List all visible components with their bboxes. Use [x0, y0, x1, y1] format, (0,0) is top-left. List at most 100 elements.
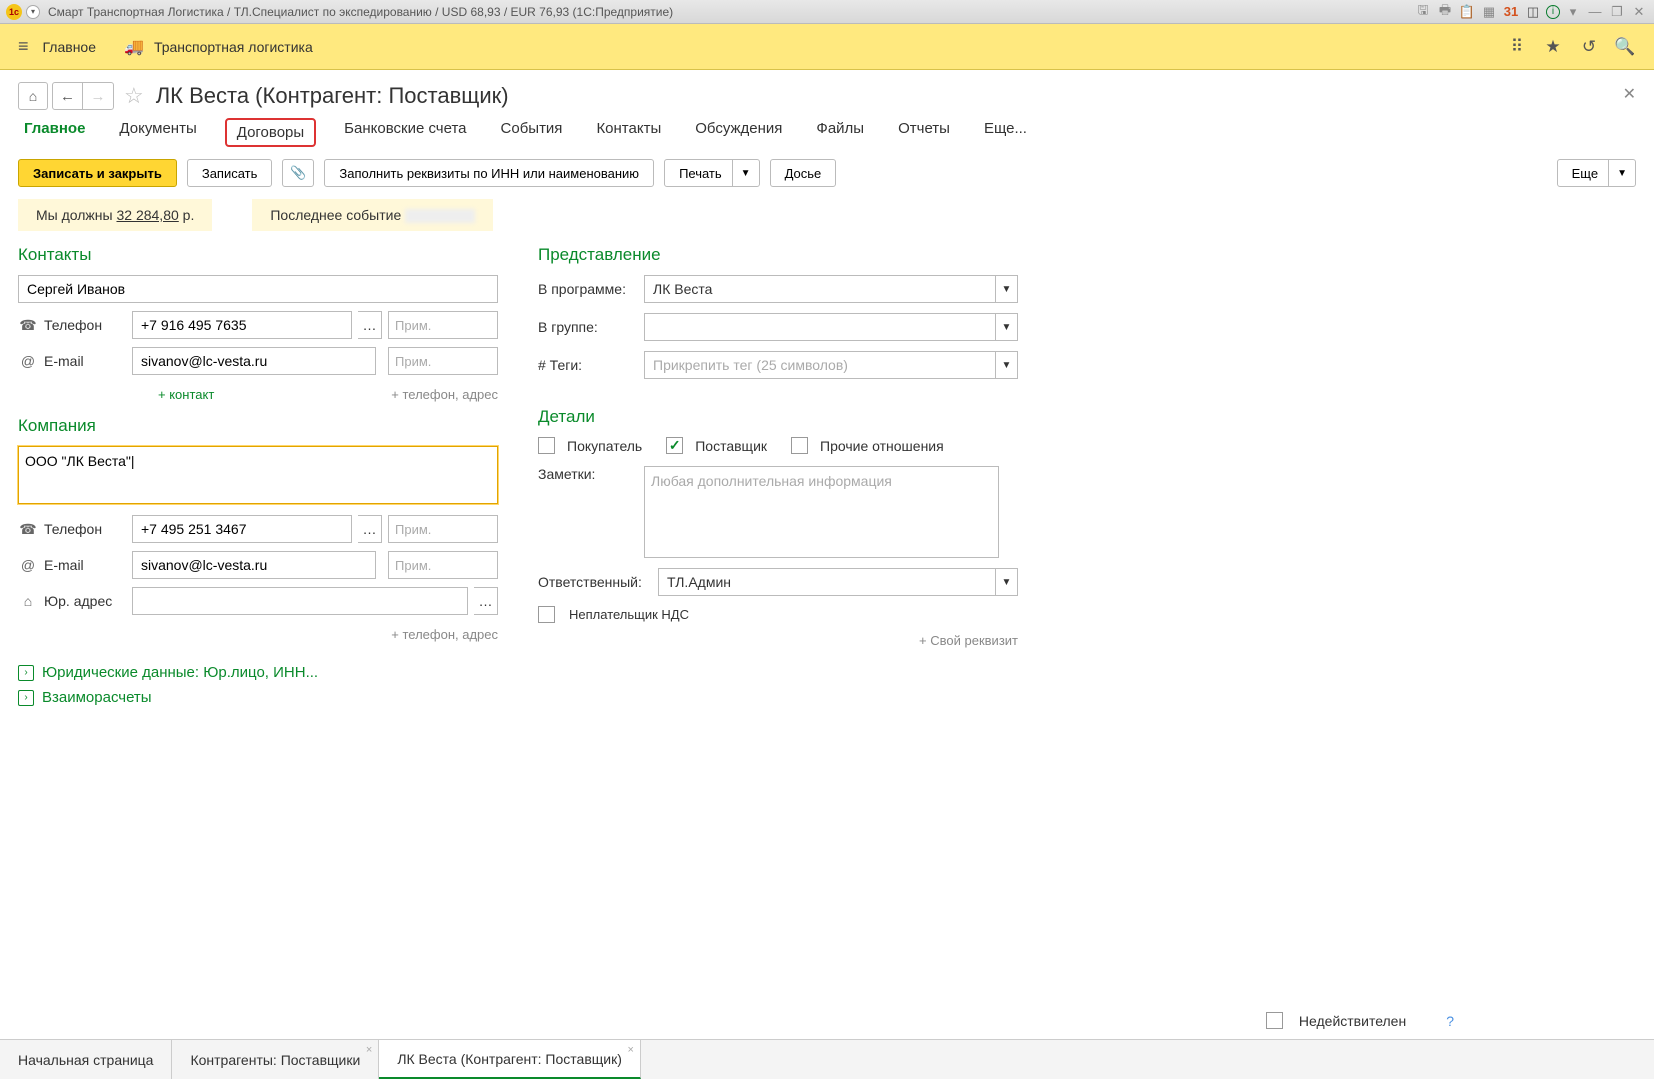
company-address-picker[interactable]: … — [474, 587, 498, 615]
tab-events[interactable]: События — [495, 118, 569, 147]
vat-checkbox[interactable] — [538, 606, 555, 623]
bookmark-star-icon[interactable]: ☆ — [124, 83, 144, 109]
print-button[interactable]: Печать▼ — [664, 159, 760, 187]
contact-email-input[interactable] — [132, 347, 376, 375]
debt-info: Мы должны 32 284,80 р. — [18, 199, 212, 231]
window-titlebar: 1c ▾ Смарт Транспортная Логистика / ТЛ.С… — [0, 0, 1654, 24]
company-phone-input[interactable] — [132, 515, 352, 543]
back-button[interactable]: ← — [53, 83, 83, 109]
responsible-select[interactable]: ТЛ.Админ ▼ — [658, 568, 1018, 596]
chevron-down-icon[interactable]: ▼ — [995, 569, 1017, 595]
company-phone-picker[interactable]: … — [358, 515, 382, 543]
tab-main[interactable]: Главное — [18, 118, 91, 147]
add-contact-link[interactable]: + контакт — [158, 387, 214, 402]
chevron-right-icon: › — [18, 665, 34, 681]
tags-select[interactable]: Прикрепить тег (25 символов) ▼ — [644, 351, 1018, 379]
close-tab-icon[interactable]: × — [627, 1044, 633, 1056]
tab-reports[interactable]: Отчеты — [892, 118, 956, 147]
content-area: ✕ ⌂ ← → ☆ ЛК Веста (Контрагент: Поставщи… — [0, 70, 1654, 1039]
more-actions-button[interactable]: Еще▼ — [1557, 159, 1636, 187]
attach-button[interactable]: 📎 — [282, 159, 314, 187]
inactive-checkbox[interactable] — [1266, 1012, 1283, 1029]
tab-more[interactable]: Еще... — [978, 118, 1033, 147]
company-email-note[interactable] — [388, 551, 498, 579]
save-close-button[interactable]: Записать и закрыть — [18, 159, 177, 187]
prog-select[interactable]: ЛК Веста ▼ — [644, 275, 1018, 303]
print-icon[interactable]: 🖶 — [1436, 3, 1454, 21]
company-name-input[interactable] — [18, 446, 498, 504]
dossier-button[interactable]: Досье — [770, 159, 837, 187]
btab-start[interactable]: Начальная страница — [0, 1040, 172, 1079]
contacts-header: Контакты — [18, 245, 498, 265]
calendar-icon[interactable]: 31 — [1502, 3, 1520, 21]
last-event-info: Последнее событие — [252, 199, 493, 231]
group-select[interactable]: ▼ — [644, 313, 1018, 341]
notes-textarea[interactable] — [644, 466, 999, 558]
copy-icon[interactable]: 📋 — [1458, 3, 1476, 21]
history-icon[interactable]: ↺ — [1578, 36, 1600, 58]
mutual-settlements-expander[interactable]: › Взаиморасчеты — [18, 689, 498, 706]
favorite-star-icon[interactable]: ★ — [1542, 36, 1564, 58]
nav-logistics[interactable]: Транспортная логистика — [154, 39, 313, 55]
tab-contacts[interactable]: Контакты — [590, 118, 667, 147]
company-email-label: E-mail — [44, 557, 126, 573]
window-title: Смарт Транспортная Логистика / ТЛ.Специа… — [48, 5, 673, 19]
inactive-label: Недействителен — [1299, 1013, 1406, 1029]
page-title: ЛК Веста (Контрагент: Поставщик) — [156, 83, 509, 109]
close-tab-icon[interactable]: × — [366, 1044, 372, 1056]
app-menu-dropdown[interactable]: ▾ — [26, 5, 40, 19]
contact-phone-picker[interactable]: … — [358, 311, 382, 339]
contact-phone-input[interactable] — [132, 311, 352, 339]
more-dropdown-icon[interactable]: ▼ — [1608, 160, 1635, 186]
nav-arrows: ← → — [52, 82, 114, 110]
chevron-down-icon[interactable]: ▼ — [995, 352, 1017, 378]
contact-email-note[interactable] — [388, 347, 498, 375]
close-window-icon[interactable]: ✕ — [1630, 3, 1648, 21]
company-phone-note[interactable] — [388, 515, 498, 543]
nav-home[interactable]: Главное — [43, 39, 97, 55]
search-icon[interactable]: 🔍 — [1614, 36, 1636, 58]
menu-burger-icon[interactable]: ≡ — [18, 36, 29, 57]
tab-bank-accounts[interactable]: Банковские счета — [338, 118, 472, 147]
other-rel-checkbox[interactable] — [791, 437, 808, 454]
info-icon[interactable]: i — [1546, 5, 1560, 19]
vat-label: Неплательщик НДС — [569, 607, 689, 622]
main-toolbar: ≡ Главное 🚚 Транспортная логистика ⠿ ★ ↺… — [0, 24, 1654, 70]
tab-contracts[interactable]: Договоры — [225, 118, 316, 147]
btab-current[interactable]: ЛК Веста (Контрагент: Поставщик)× — [379, 1040, 641, 1079]
panels-icon[interactable]: ◫ — [1524, 3, 1542, 21]
fill-inn-button[interactable]: Заполнить реквизиты по ИНН или наименова… — [324, 159, 654, 187]
save-button[interactable]: Записать — [187, 159, 273, 187]
home-button[interactable]: ⌂ — [18, 82, 48, 110]
contact-name-input[interactable] — [18, 275, 498, 303]
calc-icon[interactable]: ▦ — [1480, 3, 1498, 21]
help-link[interactable]: ? — [1446, 1013, 1454, 1029]
add-company-phone-link[interactable]: + телефон, адрес — [391, 627, 498, 642]
debt-amount[interactable]: 32 284,80 — [116, 207, 178, 223]
info-dropdown-icon[interactable]: ▾ — [1564, 3, 1582, 21]
chevron-down-icon[interactable]: ▼ — [995, 314, 1017, 340]
tab-discussions[interactable]: Обсуждения — [689, 118, 788, 147]
forward-button[interactable]: → — [83, 83, 113, 109]
add-contact-phone-link[interactable]: + телефон, адрес — [391, 387, 498, 402]
legal-data-expander[interactable]: › Юридические данные: Юр.лицо, ИНН... — [18, 664, 498, 681]
chevron-right-icon: › — [18, 690, 34, 706]
company-address-input[interactable] — [132, 587, 468, 615]
maximize-icon[interactable]: ❐ — [1608, 3, 1626, 21]
tab-documents[interactable]: Документы — [113, 118, 202, 147]
btab-suppliers[interactable]: Контрагенты: Поставщики× — [172, 1040, 379, 1079]
tab-files[interactable]: Файлы — [810, 118, 870, 147]
action-bar: Записать и закрыть Записать 📎 Заполнить … — [18, 159, 1636, 187]
minimize-icon[interactable]: — — [1586, 3, 1604, 21]
chevron-down-icon[interactable]: ▼ — [995, 276, 1017, 302]
own-requisite-link[interactable]: + Свой реквизит — [538, 633, 1018, 648]
apps-grid-icon[interactable]: ⠿ — [1506, 36, 1528, 58]
supplier-checkbox[interactable]: ✓ — [666, 437, 683, 454]
contact-phone-note[interactable] — [388, 311, 498, 339]
save-icon[interactable]: 🖫 — [1414, 3, 1432, 21]
company-email-input[interactable] — [132, 551, 376, 579]
company-phone-label: Телефон — [44, 521, 126, 537]
buyer-checkbox[interactable] — [538, 437, 555, 454]
print-dropdown-icon[interactable]: ▼ — [732, 160, 759, 186]
close-page-icon[interactable]: ✕ — [1623, 84, 1636, 104]
